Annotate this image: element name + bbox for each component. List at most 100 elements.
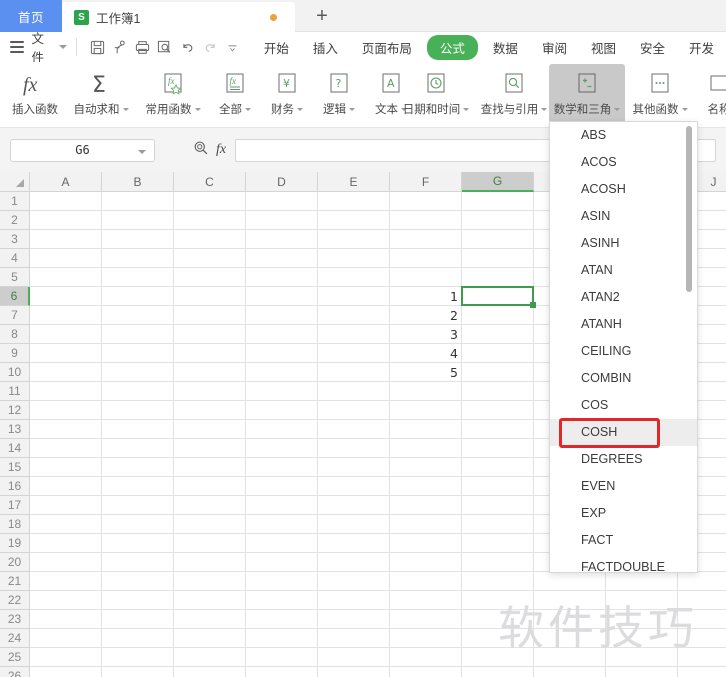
row-header-19[interactable]: 19 (0, 534, 30, 553)
ribbon-financial[interactable]: ¥ 财务 (262, 64, 312, 126)
print-icon[interactable] (131, 36, 154, 58)
print-preview-icon[interactable] (154, 36, 177, 58)
dropdown-item-atan[interactable]: ATAN (550, 257, 697, 284)
column-header-B[interactable]: B (102, 172, 174, 192)
tab-view[interactable]: 视图 (582, 35, 625, 60)
ribbon-common-functions[interactable]: fx 常用函数 (138, 64, 208, 126)
dropdown-item-acosh[interactable]: ACOSH (550, 176, 697, 203)
column-header-G[interactable]: G (462, 172, 534, 192)
ribbon-other-functions[interactable]: 其他函数 (628, 64, 692, 126)
row-header-20[interactable]: 20 (0, 553, 30, 572)
tab-start[interactable]: 开始 (255, 35, 298, 60)
dropdown-item-acos[interactable]: ACOS (550, 149, 697, 176)
ribbon-logical[interactable]: ? 逻辑 (314, 64, 364, 126)
dropdown-item-atan2[interactable]: ATAN2 (550, 284, 697, 311)
tab-formula[interactable]: 公式 (426, 34, 478, 60)
ribbon-all-functions[interactable]: fx 全部 (210, 64, 260, 126)
tab-review[interactable]: 审阅 (533, 35, 576, 60)
row-header-7[interactable]: 7 (0, 306, 30, 325)
share-output-icon[interactable] (108, 36, 131, 58)
chevron-down-icon[interactable] (59, 45, 68, 49)
chevron-down-icon[interactable] (138, 149, 146, 154)
customize-caret-icon[interactable] (221, 36, 244, 58)
row-header-8[interactable]: 8 (0, 325, 30, 344)
magnifier-icon[interactable] (193, 140, 209, 161)
row-header-4[interactable]: 4 (0, 249, 30, 268)
row-header-5[interactable]: 5 (0, 268, 30, 287)
tab-security[interactable]: 安全 (631, 35, 674, 60)
column-header-F[interactable]: F (390, 172, 462, 192)
dropdown-item-ceiling[interactable]: CEILING (550, 338, 697, 365)
column-header-E[interactable]: E (318, 172, 390, 192)
row-header-2[interactable]: 2 (0, 211, 30, 230)
dropdown-item-atanh[interactable]: ATANH (550, 311, 697, 338)
row-header-16[interactable]: 16 (0, 477, 30, 496)
dropdown-item-exp[interactable]: EXP (550, 500, 697, 527)
ribbon-lookup-reference[interactable]: 查找与引用 (476, 64, 552, 126)
row-header-25[interactable]: 25 (0, 648, 30, 667)
row-header-24[interactable]: 24 (0, 629, 30, 648)
tab-developer[interactable]: 开发 (680, 35, 723, 60)
ribbon-insert-function[interactable]: fx 插入函数 (6, 64, 64, 126)
select-all-corner[interactable] (0, 172, 30, 192)
dropdown-item-degrees[interactable]: DEGREES (550, 446, 697, 473)
dropdown-item-abs[interactable]: ABS (550, 122, 697, 149)
column-header-C[interactable]: C (174, 172, 246, 192)
row-header-9[interactable]: 9 (0, 344, 30, 363)
row-header-14[interactable]: 14 (0, 439, 30, 458)
math-trig-function-dropdown[interactable]: ABS ACOS ACOSH ASIN ASINH ATAN ATAN2 ATANH CEILI… (549, 121, 698, 573)
dropdown-item-factdouble[interactable]: FACTDOUBLE (550, 554, 697, 572)
ribbon-autosum[interactable]: Σ 自动求和 (66, 64, 136, 126)
save-icon[interactable] (86, 36, 109, 58)
tab-insert[interactable]: 插入 (304, 35, 347, 60)
dropdown-scrollbar-thumb[interactable] (686, 126, 692, 292)
chevron-down-icon (194, 107, 201, 111)
hamburger-icon[interactable] (10, 41, 25, 53)
dropdown-item-cos[interactable]: COS (550, 392, 697, 419)
plus-icon: + (316, 4, 328, 27)
column-header-D[interactable]: D (246, 172, 318, 192)
ribbon-label: 逻辑 (323, 104, 346, 116)
name-box[interactable]: G6 (10, 138, 155, 162)
cell-F8[interactable]: 3 (390, 325, 462, 344)
cell-F6[interactable]: 1 (390, 287, 462, 306)
tab-data[interactable]: 数据 (484, 35, 527, 60)
row-header-17[interactable]: 17 (0, 496, 30, 515)
cell-F9[interactable]: 4 (390, 344, 462, 363)
row-header-1[interactable]: 1 (0, 192, 30, 211)
row-header-12[interactable]: 12 (0, 401, 30, 420)
document-tab-workbook1[interactable]: S 工作簿1 (62, 2, 295, 32)
dropdown-item-even[interactable]: EVEN (550, 473, 697, 500)
row-header-11[interactable]: 11 (0, 382, 30, 401)
file-menu-button[interactable]: 文件 (31, 28, 54, 66)
row-header-26[interactable]: 26 (0, 667, 30, 677)
ribbon-math-trig[interactable]: 数学和三角 (549, 64, 625, 126)
dropdown-item-asinh[interactable]: ASINH (550, 230, 697, 257)
svg-text:A: A (387, 77, 395, 90)
ribbon-name-manager[interactable]: 名称 (696, 64, 726, 126)
column-header-A[interactable]: A (30, 172, 102, 192)
ribbon-date-time[interactable]: 日期和时间 (398, 64, 474, 126)
row-header-21[interactable]: 21 (0, 572, 30, 591)
row-header-6[interactable]: 6 (0, 287, 30, 306)
row-header-23[interactable]: 23 (0, 610, 30, 629)
cell-F10[interactable]: 5 (390, 363, 462, 382)
row-header-10[interactable]: 10 (0, 363, 30, 382)
row-header-13[interactable]: 13 (0, 420, 30, 439)
row-header-15[interactable]: 15 (0, 458, 30, 477)
dropdown-item-asin[interactable]: ASIN (550, 203, 697, 230)
undo-icon[interactable] (176, 36, 199, 58)
new-tab-button[interactable]: + (302, 0, 342, 32)
dropdown-item-combin[interactable]: COMBIN (550, 365, 697, 392)
fill-handle[interactable] (530, 302, 536, 308)
chevron-down-icon (349, 107, 355, 111)
row-header-3[interactable]: 3 (0, 230, 30, 249)
selected-cell-G6[interactable] (461, 286, 534, 306)
gridline-vertical (461, 192, 462, 677)
row-header-18[interactable]: 18 (0, 515, 30, 534)
gridline-horizontal (30, 590, 726, 591)
cell-F7[interactable]: 2 (390, 306, 462, 325)
tab-page-layout[interactable]: 页面布局 (353, 35, 421, 60)
dropdown-item-fact[interactable]: FACT (550, 527, 697, 554)
row-header-22[interactable]: 22 (0, 591, 30, 610)
